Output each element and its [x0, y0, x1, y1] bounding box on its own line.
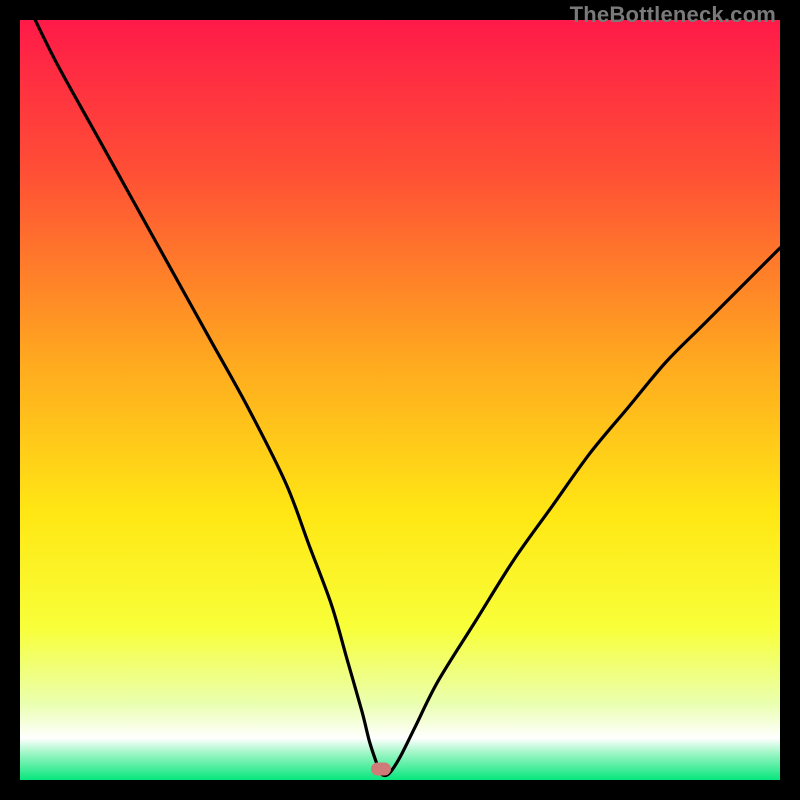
optimal-marker — [371, 763, 391, 776]
bottleneck-plot — [20, 20, 780, 780]
watermark-text: TheBottleneck.com — [570, 2, 776, 28]
chart-frame — [20, 20, 780, 780]
gradient-background — [20, 20, 780, 780]
